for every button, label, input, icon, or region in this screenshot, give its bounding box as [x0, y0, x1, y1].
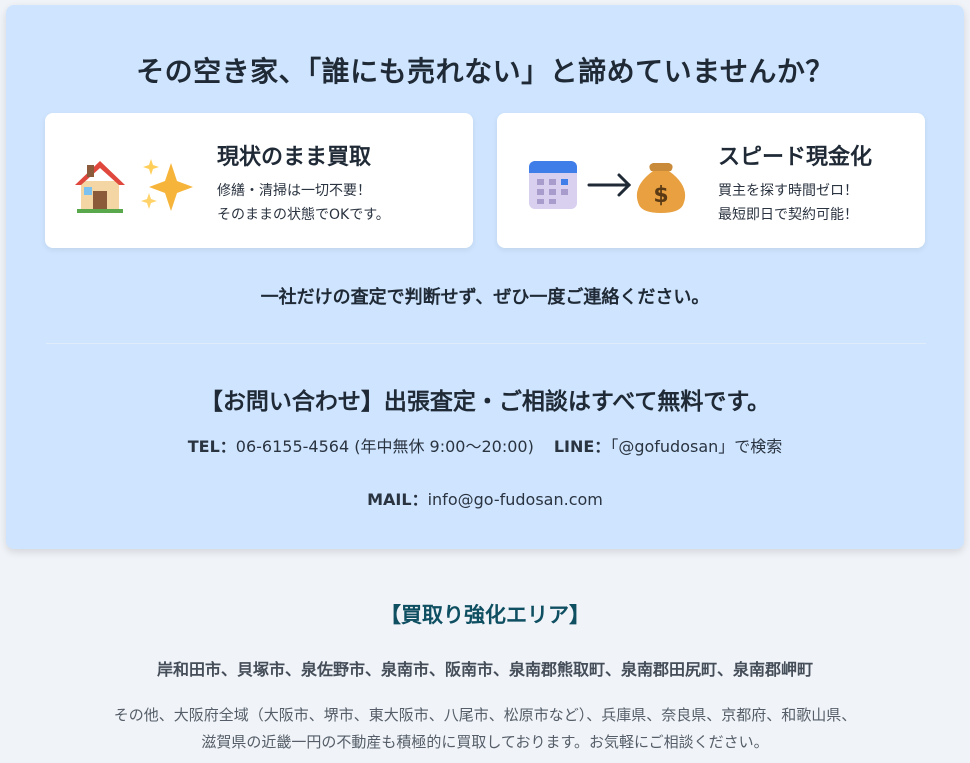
- sparkles-icon: [141, 159, 193, 211]
- area-main-list: 岸和田市、貝塚市、泉佐野市、泉南市、阪南市、泉南郡熊取町、泉南郡田尻町、泉南郡岬…: [156, 660, 813, 679]
- hero-section: その空き家、「誰にも売れない」と諦めていませんか？ 現状のまま買取 修繕・清掃は…: [6, 5, 964, 549]
- contact-title: 【お問い合わせ】出張査定・ご相談はすべて無料です。: [199, 389, 771, 415]
- tel-label: TEL：: [187, 437, 236, 456]
- feature-card-as-is: 現状のまま買取 修繕・清掃は一切不要！ そのままの状態でOKです。: [45, 113, 473, 248]
- line-id[interactable]: 「@gofudosan」で検索: [610, 437, 782, 456]
- mail-link[interactable]: info@go-fudosan.com: [428, 490, 603, 509]
- line-label: LINE：: [553, 437, 611, 456]
- card-text-speed: 買主を探す時間ゼロ！ 最短即日で契約可能！: [718, 179, 858, 227]
- card-line: そのままの状態でOKです。: [217, 207, 390, 223]
- mail-label: MAIL：: [367, 490, 428, 509]
- divider: [46, 343, 926, 344]
- card-icons-speed: $: [529, 161, 686, 213]
- contact-row-phone-line: TEL：06-6155-4564 (年中無休 9:00〜20:00) LINE：「…: [6, 433, 964, 457]
- area-description: その他、大阪府全域（大阪市、堺市、東大阪市、八尾市、松原市など）、兵庫県、奈良県…: [0, 702, 970, 756]
- card-text-as-is: 修繕・清掃は一切不要！ そのままの状態でOKです。: [217, 179, 390, 227]
- card-line: 修繕・清掃は一切不要！: [217, 183, 371, 199]
- hero-headline: その空き家、「誰にも売れない」と諦めていませんか？: [136, 55, 834, 88]
- feature-card-speed-cash: $ スピード現金化 買主を探す時間ゼロ！ 最短即日で契約可能！: [497, 113, 925, 248]
- contact-row-mail: MAIL：info@go-fudosan.com: [6, 486, 964, 510]
- card-title-speed: スピード現金化: [718, 145, 873, 170]
- card-line: 買主を探す時間ゼロ！: [718, 183, 858, 199]
- svg-text:$: $: [653, 183, 668, 208]
- card-icons-as-is: [75, 159, 193, 213]
- arrow-right-icon: [587, 173, 632, 197]
- tel-link[interactable]: 06-6155-4564 (年中無休 9:00〜20:00): [236, 437, 534, 456]
- area-title: 【買取り強化エリア】: [380, 603, 590, 627]
- area-desc-line: その他、大阪府全域（大阪市、堺市、東大阪市、八尾市、松原市など）、兵庫県、奈良県…: [113, 706, 857, 724]
- card-title-as-is: 現状のまま買取: [217, 145, 372, 170]
- money-bag-icon: $: [636, 163, 686, 213]
- sub-message: 一社だけの査定で判断せず、ぜひ一度ご連絡ください。: [260, 287, 710, 308]
- area-desc-line: 滋賀県の近畿一円の不動産も積極的に買取しております。お気軽にご相談ください。: [201, 733, 769, 751]
- calendar-icon: [529, 161, 577, 209]
- house-icon: [75, 161, 125, 213]
- card-line: 最短即日で契約可能！: [718, 207, 858, 223]
